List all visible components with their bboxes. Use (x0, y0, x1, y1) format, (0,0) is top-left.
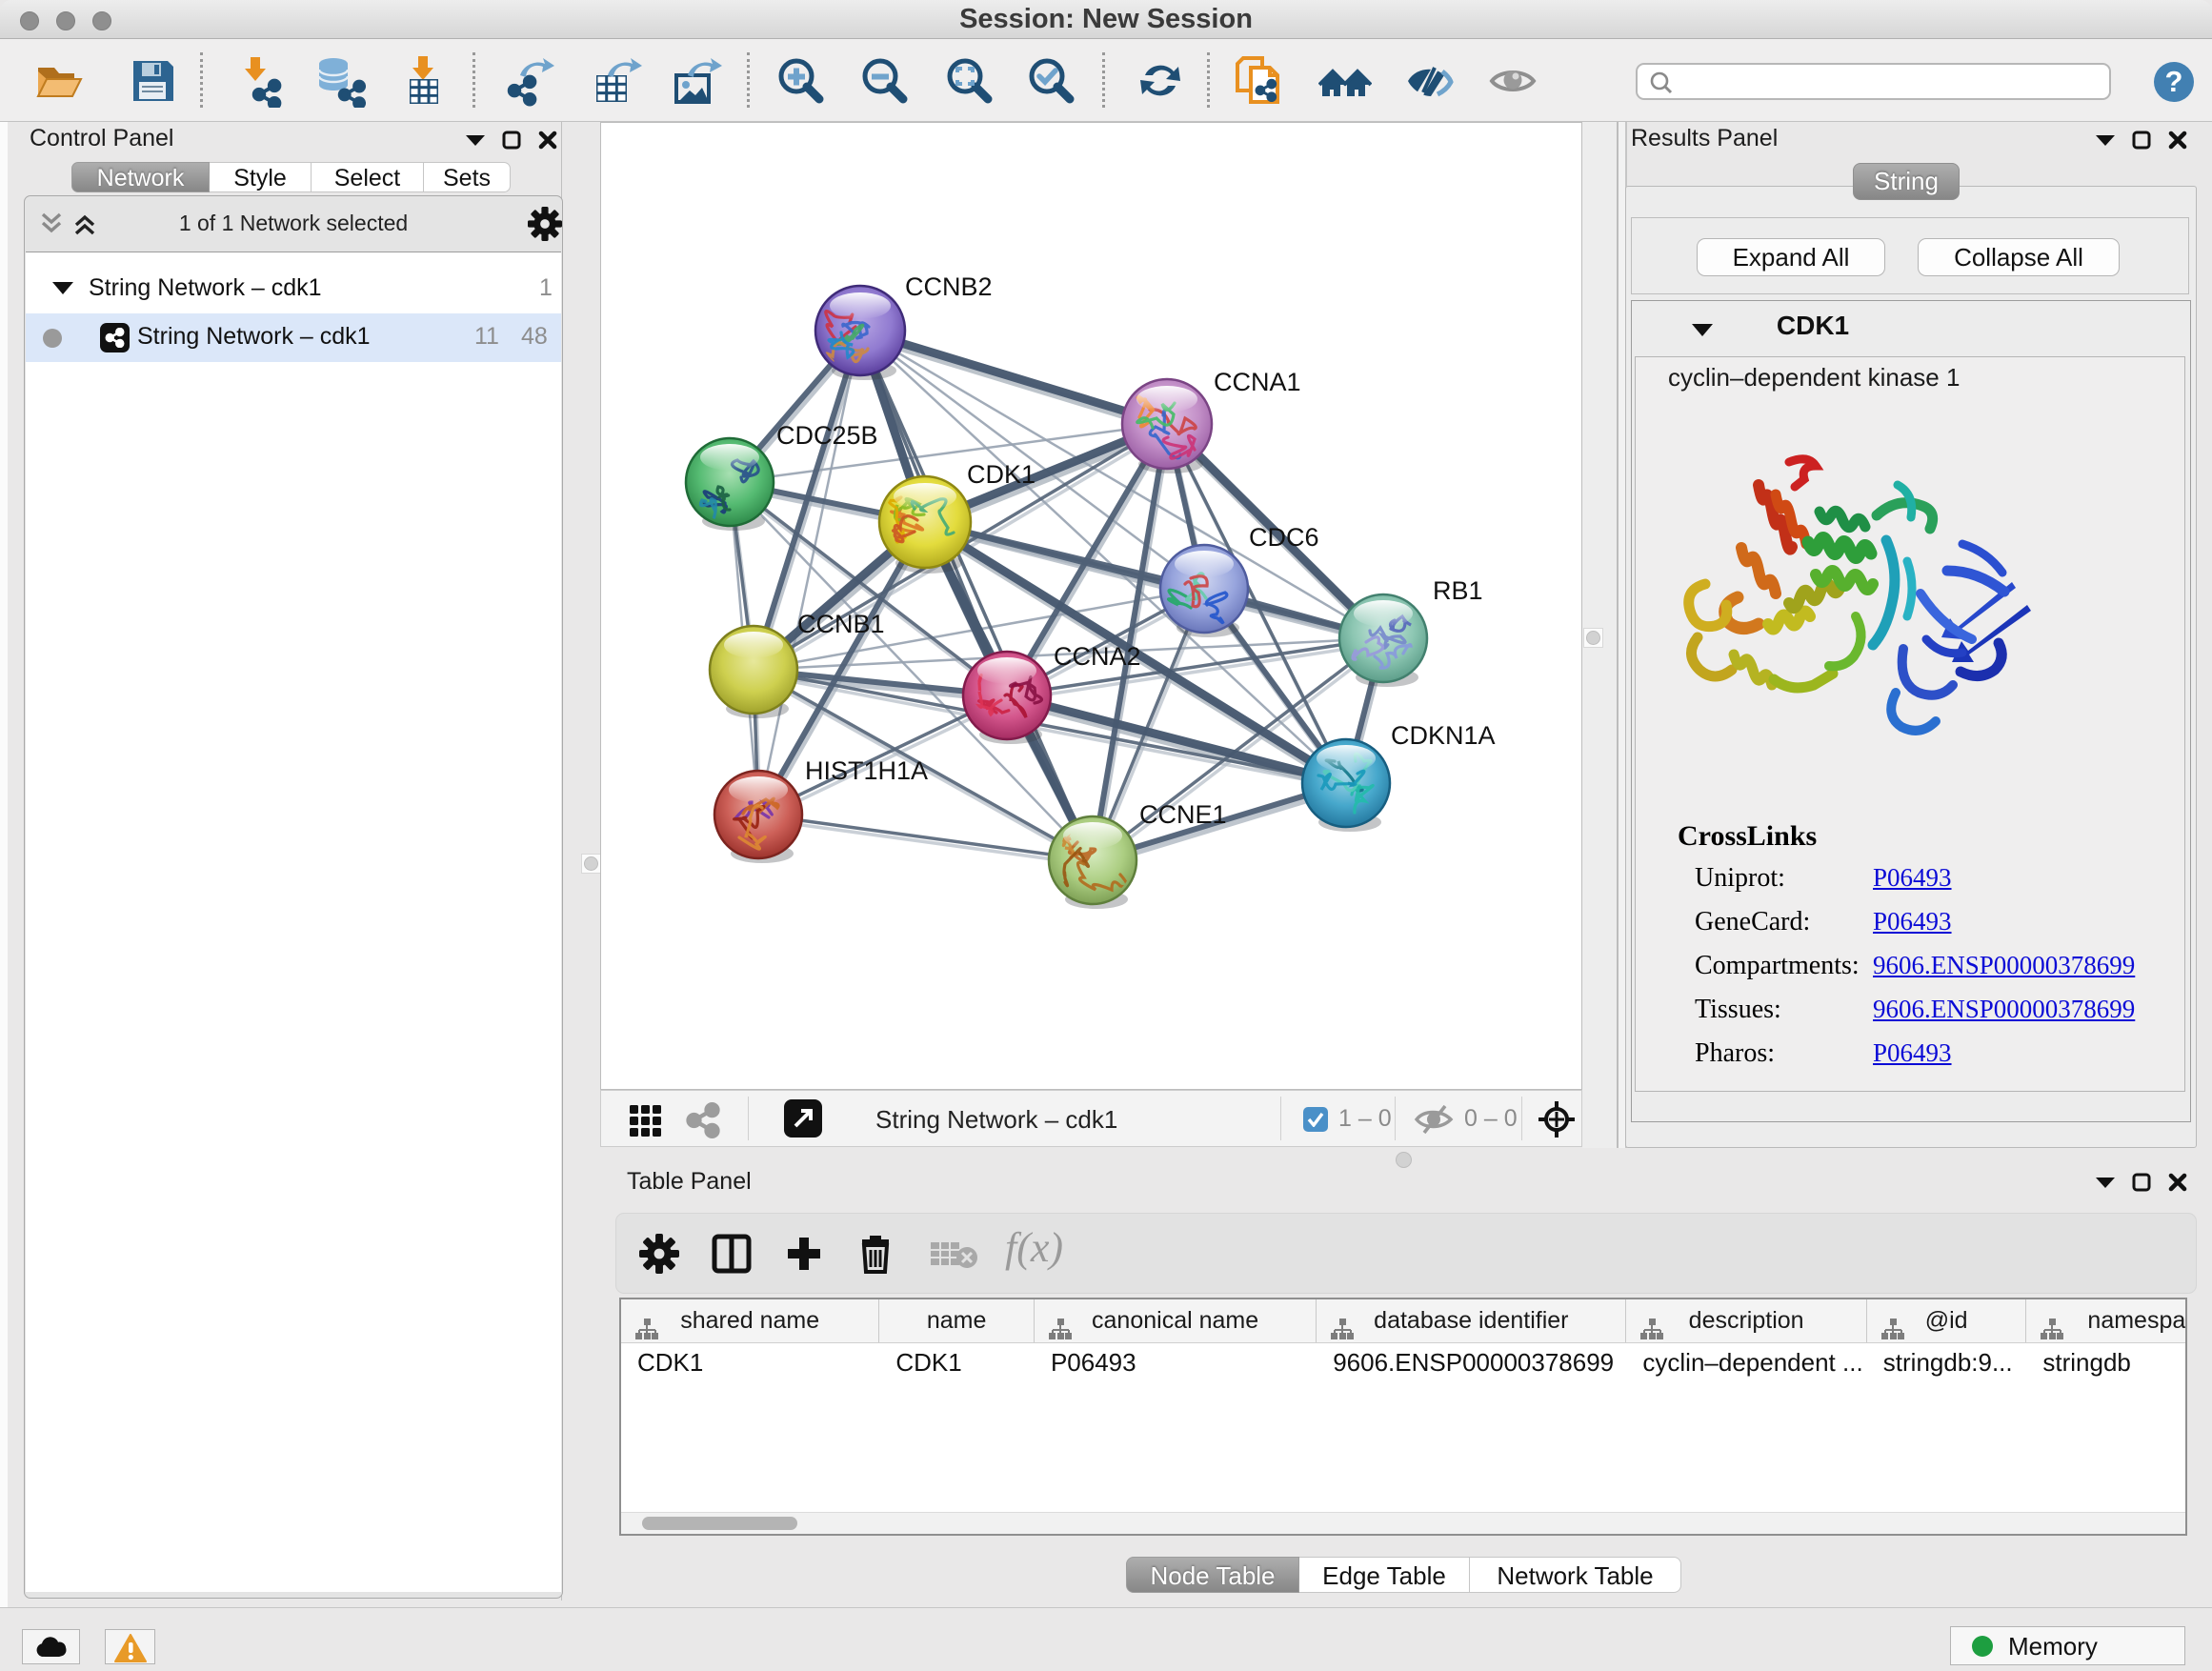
svg-text:CCNB2: CCNB2 (905, 272, 993, 301)
svg-text:CCNB1: CCNB1 (797, 610, 885, 638)
svg-text:RB1: RB1 (1433, 576, 1483, 605)
svg-text:CDC25B: CDC25B (776, 421, 878, 450)
svg-text:HIST1H1A: HIST1H1A (805, 756, 928, 785)
svg-text:CDC6: CDC6 (1249, 523, 1319, 552)
svg-text:CCNA1: CCNA1 (1214, 368, 1301, 396)
svg-text:CDK1: CDK1 (967, 460, 1036, 489)
svg-text:CDKN1A: CDKN1A (1391, 721, 1496, 750)
svg-text:CCNE1: CCNE1 (1139, 800, 1227, 829)
svg-text:CCNA2: CCNA2 (1054, 642, 1141, 671)
